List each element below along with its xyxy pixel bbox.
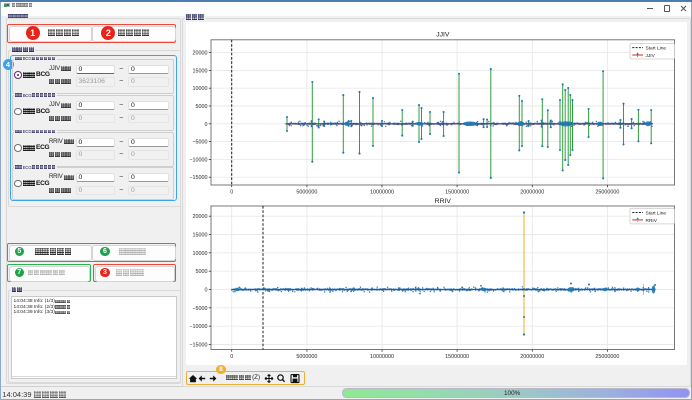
svg-text:−10000: −10000 — [189, 157, 207, 163]
svg-text:0: 0 — [230, 189, 233, 195]
svg-text:10000: 10000 — [193, 86, 208, 92]
svg-text:Start Line: Start Line — [646, 46, 667, 52]
svg-text:20000: 20000 — [193, 51, 208, 57]
svg-text:0: 0 — [230, 354, 233, 360]
svg-text:10000000: 10000000 — [370, 189, 394, 195]
svg-text:15000: 15000 — [193, 233, 208, 239]
svg-text:5000000: 5000000 — [296, 354, 317, 360]
svg-text:−15000: −15000 — [189, 343, 207, 349]
svg-text:−5000: −5000 — [192, 306, 207, 312]
svg-text:20000000: 20000000 — [520, 354, 544, 360]
svg-text:5000000: 5000000 — [296, 189, 317, 195]
svg-text:JJIV: JJIV — [436, 32, 450, 39]
svg-text:−15000: −15000 — [189, 175, 207, 181]
svg-text:20000000: 20000000 — [520, 189, 544, 195]
svg-text:−5000: −5000 — [192, 140, 207, 146]
svg-text:−10000: −10000 — [189, 324, 207, 330]
svg-text:10000: 10000 — [193, 251, 208, 257]
svg-text:0: 0 — [205, 288, 208, 294]
svg-text:RRIV: RRIV — [435, 198, 452, 205]
svg-text:Start Line: Start Line — [646, 210, 667, 216]
svg-text:15000000: 15000000 — [445, 189, 469, 195]
svg-text:15000000: 15000000 — [445, 354, 469, 360]
svg-text:10000000: 10000000 — [370, 354, 394, 360]
svg-text:20000: 20000 — [193, 214, 208, 220]
svg-text:0: 0 — [205, 122, 208, 128]
svg-text:15000: 15000 — [193, 68, 208, 74]
svg-text:RRIV: RRIV — [646, 218, 658, 224]
svg-text:5000: 5000 — [196, 104, 208, 110]
svg-text:25000000: 25000000 — [595, 354, 619, 360]
svg-text:5000: 5000 — [196, 269, 208, 275]
svg-text:25000000: 25000000 — [595, 189, 619, 195]
svg-text:JJIV: JJIV — [646, 53, 656, 59]
